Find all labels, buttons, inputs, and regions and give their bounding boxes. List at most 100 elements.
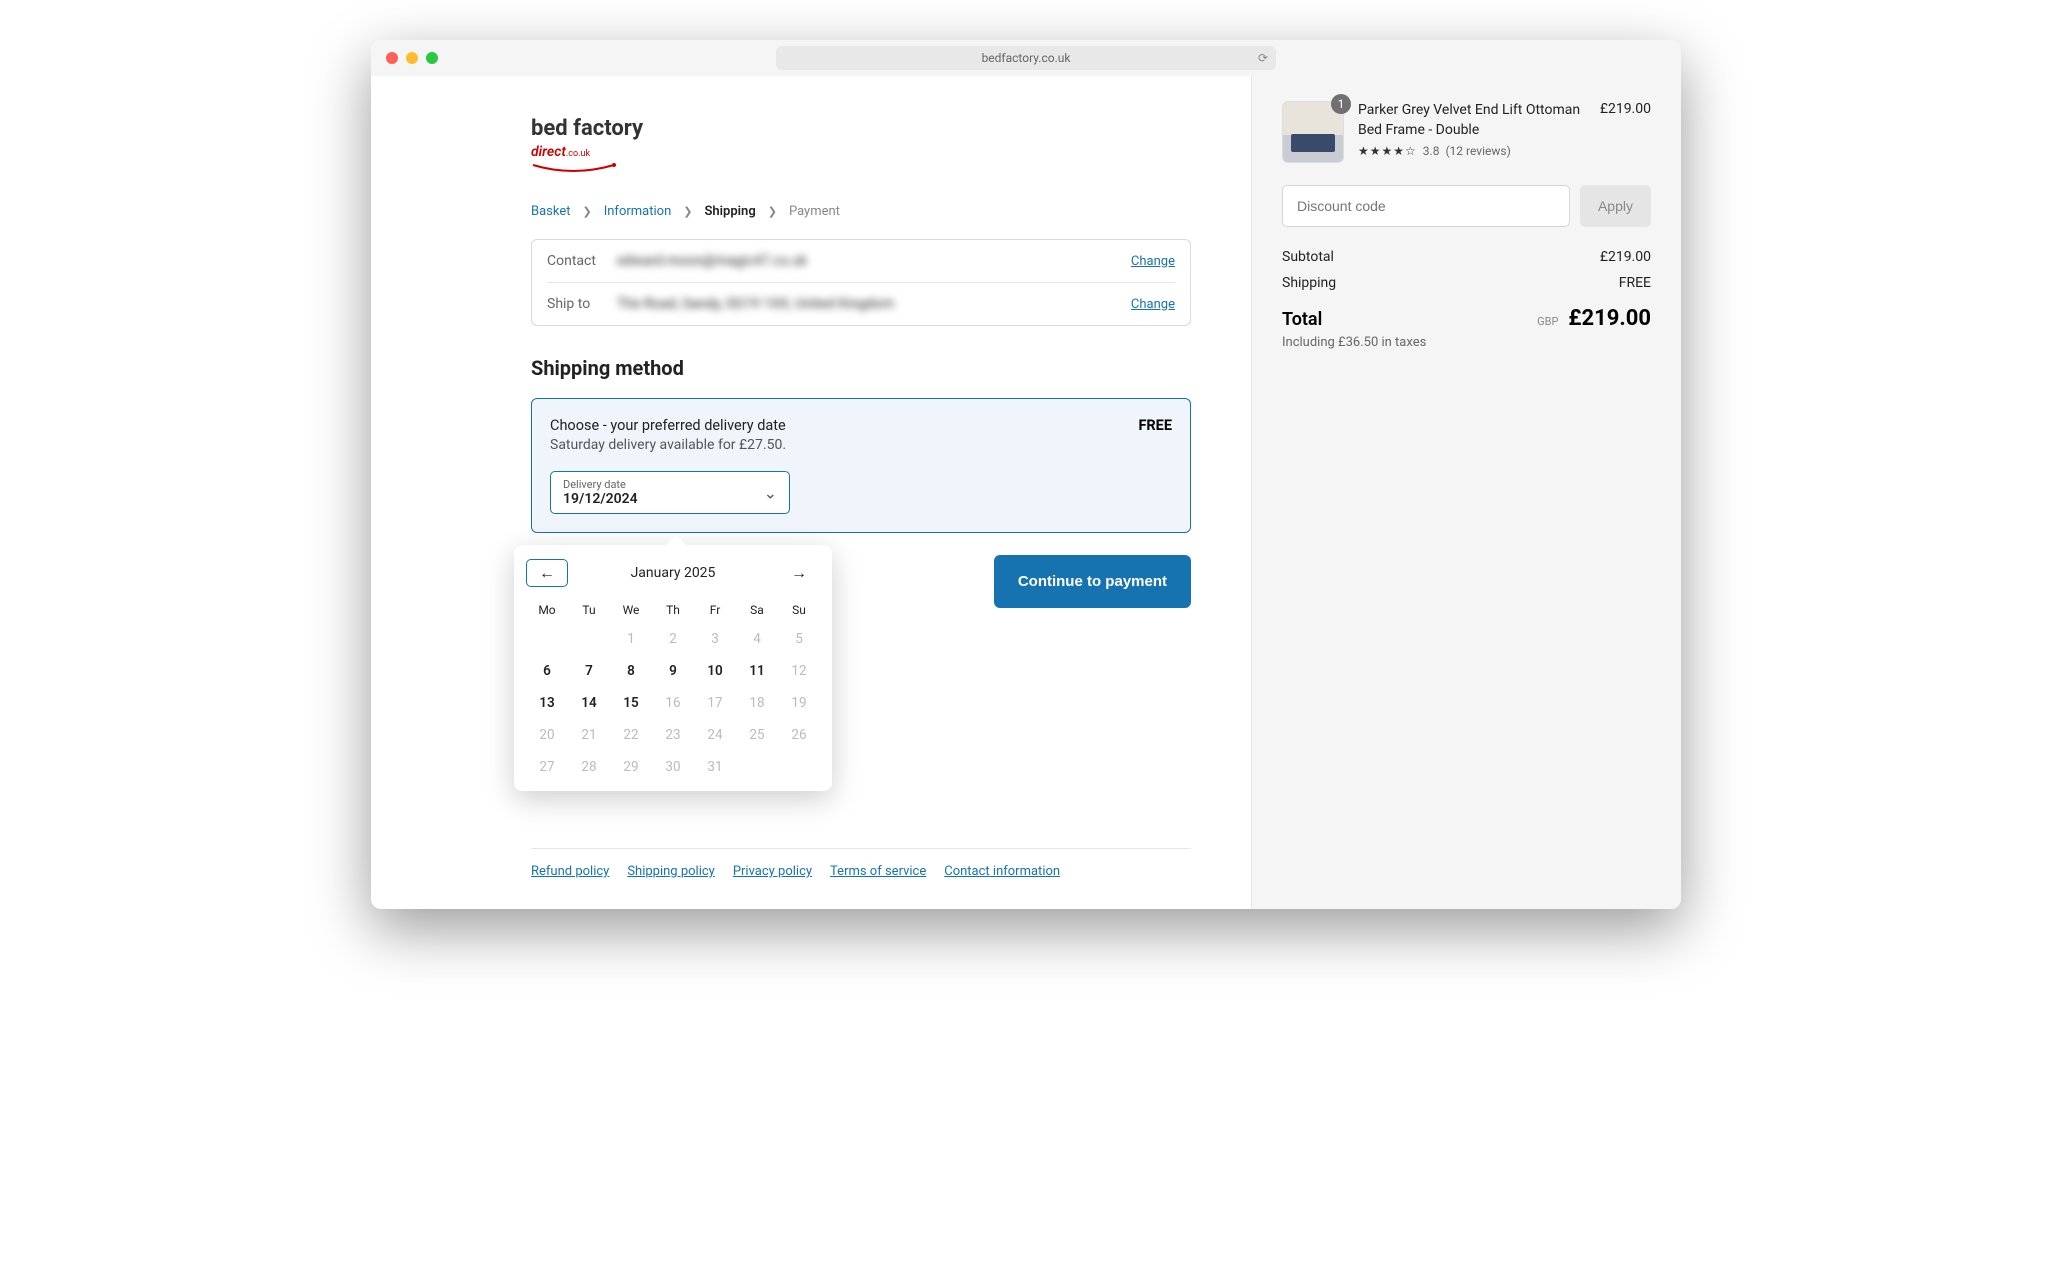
- delivery-date-select[interactable]: Delivery date 19/12/2024 ⌄ ← January 202…: [550, 471, 790, 514]
- traffic-lights: [386, 52, 438, 64]
- shipping-option-subtitle: Saturday delivery available for £27.50.: [550, 437, 786, 453]
- privacy-policy-link[interactable]: Privacy policy: [733, 864, 812, 879]
- terms-of-service-link[interactable]: Terms of service: [830, 864, 926, 879]
- contact-value: edward.moon@magic47.co.uk: [617, 253, 1131, 269]
- calendar-day: 5: [778, 623, 820, 655]
- tax-note: Including £36.50 in taxes: [1282, 335, 1651, 350]
- calendar-prev-button[interactable]: ←: [526, 559, 568, 587]
- browser-chrome: bedfactory.co.uk ⟳: [371, 40, 1681, 76]
- breadcrumb-basket[interactable]: Basket: [531, 204, 571, 219]
- calendar-day: 18: [736, 687, 778, 719]
- calendar-day[interactable]: 15: [610, 687, 652, 719]
- site-logo[interactable]: bed factory direct.co.uk: [531, 116, 1191, 179]
- minimize-window-icon[interactable]: [406, 52, 418, 64]
- calendar-day[interactable]: 9: [652, 655, 694, 687]
- rating-value: 3.8: [1423, 144, 1440, 158]
- shipto-row: Ship to The Road, Sandy, SG19 1XX, Unite…: [547, 282, 1175, 325]
- shipping-option-price: FREE: [1138, 417, 1172, 434]
- calendar-day: 27: [526, 751, 568, 783]
- shipping-cost-row: Shipping FREE: [1282, 275, 1651, 291]
- calendar-next-button[interactable]: →: [778, 559, 820, 587]
- breadcrumb-shipping: Shipping: [704, 204, 755, 219]
- contact-label: Contact: [547, 253, 617, 269]
- calendar-day: 22: [610, 719, 652, 751]
- shipping-option-box[interactable]: Choose - your preferred delivery date Sa…: [531, 398, 1191, 533]
- chevron-right-icon: ❯: [768, 205, 777, 218]
- calendar-day: 28: [568, 751, 610, 783]
- calendar-day: 31: [694, 751, 736, 783]
- calendar-day: 25: [736, 719, 778, 751]
- calendar-dow: Sa: [736, 597, 778, 623]
- browser-window: bedfactory.co.uk ⟳ bed factory direct.co…: [371, 40, 1681, 909]
- delivery-date-value: 19/12/2024: [563, 491, 777, 507]
- calendar-dow: Mo: [526, 597, 568, 623]
- calendar-day: 26: [778, 719, 820, 751]
- change-shipto-link[interactable]: Change: [1131, 297, 1175, 312]
- calendar-day[interactable]: 11: [736, 655, 778, 687]
- chevron-right-icon: ❯: [683, 205, 692, 218]
- review-count: (12 reviews): [1445, 144, 1510, 158]
- product-name: Parker Grey Velvet End Lift Ottoman Bed …: [1358, 101, 1586, 140]
- calendar-dow: Su: [778, 597, 820, 623]
- calendar-day: 23: [652, 719, 694, 751]
- shipping-policy-link[interactable]: Shipping policy: [627, 864, 715, 879]
- calendar-day: 24: [694, 719, 736, 751]
- calendar-day: 30: [652, 751, 694, 783]
- shipping-cost-label: Shipping: [1282, 275, 1336, 291]
- contact-information-link[interactable]: Contact information: [944, 864, 1060, 879]
- total-currency: GBP: [1537, 315, 1558, 328]
- url-bar[interactable]: bedfactory.co.uk ⟳: [776, 46, 1276, 70]
- calendar-dow: Tu: [568, 597, 610, 623]
- calendar-day[interactable]: 6: [526, 655, 568, 687]
- cart-qty-badge: 1: [1331, 94, 1351, 114]
- refund-policy-link[interactable]: Refund policy: [531, 864, 609, 879]
- calendar-day: 1: [610, 623, 652, 655]
- calendar-day[interactable]: 14: [568, 687, 610, 719]
- calendar-day: 12: [778, 655, 820, 687]
- breadcrumb: Basket ❯ Information ❯ Shipping ❯ Paymen…: [531, 204, 1191, 219]
- product-price: £219.00: [1600, 101, 1651, 163]
- subtotal-row: Subtotal £219.00: [1282, 249, 1651, 265]
- discount-row: Apply: [1282, 185, 1651, 227]
- delivery-date-label: Delivery date: [563, 478, 777, 491]
- calendar-day[interactable]: 13: [526, 687, 568, 719]
- calendar-day[interactable]: 7: [568, 655, 610, 687]
- arrow-right-icon: →: [791, 563, 807, 583]
- star-icons: ★★★★☆: [1358, 144, 1417, 158]
- reload-icon[interactable]: ⟳: [1258, 51, 1268, 65]
- calendar-day: 29: [610, 751, 652, 783]
- calendar-dow: Th: [652, 597, 694, 623]
- order-summary-column: 1 Parker Grey Velvet End Lift Ottoman Be…: [1251, 76, 1681, 909]
- calendar-popup: ← January 2025 → MoTuWeThFrSaSu123456789…: [514, 545, 832, 791]
- page-content: bed factory direct.co.uk Basket ❯ Inform…: [371, 76, 1681, 909]
- logo-line2: direct: [531, 144, 566, 160]
- total-label: Total: [1282, 309, 1322, 330]
- calendar-month-label: January 2025: [631, 565, 716, 581]
- calendar-day: 21: [568, 719, 610, 751]
- breadcrumb-payment: Payment: [789, 204, 840, 219]
- calendar-day: 2: [652, 623, 694, 655]
- product-rating: ★★★★☆ 3.8 (12 reviews): [1358, 144, 1586, 158]
- discount-code-input[interactable]: [1282, 185, 1570, 227]
- close-window-icon[interactable]: [386, 52, 398, 64]
- calendar-day: 17: [694, 687, 736, 719]
- logo-line1: bed factory: [531, 116, 1191, 141]
- calendar-day: 19: [778, 687, 820, 719]
- calendar-day[interactable]: 10: [694, 655, 736, 687]
- shipping-cost-value: FREE: [1619, 275, 1651, 291]
- product-thumbnail: 1: [1282, 101, 1344, 163]
- breadcrumb-information[interactable]: Information: [604, 204, 672, 219]
- contact-row: Contact edward.moon@magic47.co.uk Change: [547, 240, 1175, 282]
- shipping-method-heading: Shipping method: [531, 356, 1191, 380]
- apply-discount-button[interactable]: Apply: [1580, 185, 1651, 227]
- shipping-option-title: Choose - your preferred delivery date: [550, 417, 786, 434]
- calendar-day: 20: [526, 719, 568, 751]
- calendar-dow: Fr: [694, 597, 736, 623]
- calendar-day[interactable]: 8: [610, 655, 652, 687]
- calendar-day: 4: [736, 623, 778, 655]
- chevron-down-icon: ⌄: [764, 483, 777, 502]
- continue-to-payment-button[interactable]: Continue to payment: [994, 555, 1191, 608]
- change-contact-link[interactable]: Change: [1131, 254, 1175, 269]
- shipto-value: The Road, Sandy, SG19 1XX, United Kingdo…: [617, 296, 1131, 312]
- maximize-window-icon[interactable]: [426, 52, 438, 64]
